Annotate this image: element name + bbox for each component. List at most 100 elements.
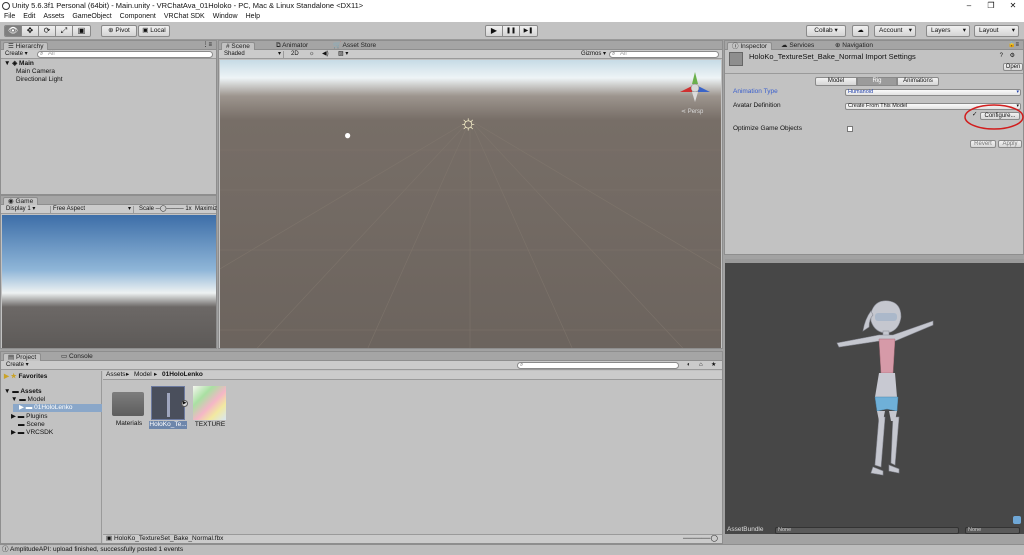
menu-file[interactable]: File [0, 12, 19, 22]
move-tool-icon[interactable]: ✥ [22, 26, 39, 36]
breadcrumb-model[interactable]: Model [134, 371, 152, 379]
rotate-tool-icon[interactable]: ⟳ [39, 26, 56, 36]
filter-by-label-icon[interactable]: ⌂ [697, 362, 705, 369]
open-button[interactable]: Open [1003, 63, 1023, 71]
rect-tool-icon[interactable]: ▣ [73, 26, 90, 36]
game-tabstrip: ◉ Game [1, 196, 216, 205]
scene-root-item[interactable]: ▼ ◈ Main [4, 60, 34, 68]
hierarchy-item-main-camera[interactable]: Main Camera [16, 68, 55, 76]
directional-light-sun-icon[interactable]: ☼ [459, 113, 477, 133]
menu-assets[interactable]: Assets [39, 12, 68, 22]
tab-game[interactable]: ◉ Game [3, 197, 39, 205]
maximize-button[interactable]: ❐ [980, 0, 1002, 12]
tree-item-assets[interactable]: ▼ ▬ Assets [4, 388, 42, 396]
display-dropdown[interactable]: Display 1 ▾ [4, 206, 37, 213]
pivot-toggle[interactable]: ⊕ Pivot [101, 25, 137, 37]
perspective-label[interactable]: ⋖ Persp [681, 108, 703, 115]
create-dropdown[interactable]: Create ▾ [4, 362, 31, 369]
asset-tile-texture[interactable] [193, 386, 226, 420]
gizmos-dropdown[interactable]: Gizmos ▾ [579, 51, 608, 58]
tab-animator[interactable]: ⧉ Animator [272, 42, 312, 50]
play-button-icon[interactable]: ▶ [486, 26, 503, 36]
menu-component[interactable]: Component [116, 12, 160, 22]
revert-button[interactable]: Revert [970, 140, 996, 148]
status-message[interactable]: AmplitudeAPI: upload finished, successfu… [10, 546, 183, 553]
scene-viewport[interactable]: ☼ ● ⋖ Persp [220, 60, 721, 348]
search-placeholder: All [48, 51, 55, 57]
favorite-star-icon[interactable]: ★ [709, 362, 718, 369]
tab-inspector[interactable]: ⓘ Inspector [727, 42, 773, 50]
filter-by-type-icon[interactable]: ◐ [685, 362, 693, 369]
create-label: Create [6, 362, 25, 368]
asset-label-tag-icon[interactable] [1013, 516, 1021, 524]
tree-item-vrcsdk[interactable]: ▶ ▬ VRCSDK [11, 429, 53, 437]
favorites-item[interactable]: ▶ ★ Favorites [4, 373, 47, 381]
layout-dropdown[interactable]: Layout ▾ [974, 25, 1019, 37]
menu-help[interactable]: Help [242, 12, 264, 22]
icon-size-slider[interactable]: ──────◯ [683, 535, 718, 543]
scale-slider[interactable]: Scale ─◯──── 1x [137, 206, 194, 213]
help-icon[interactable]: ? [998, 53, 1005, 60]
pause-button-icon[interactable]: ❚❚ [503, 26, 520, 36]
asset-tile-fbx[interactable] [151, 386, 185, 420]
preview-splitter[interactable] [725, 259, 1024, 263]
menu-vrchat-sdk[interactable]: VRChat SDK [160, 12, 209, 22]
optimize-game-objects-checkbox[interactable] [847, 126, 853, 132]
tab-scene[interactable]: # Scene [221, 42, 255, 50]
breadcrumb-assets[interactable]: Assets [106, 371, 126, 379]
project-search-input[interactable]: ⌕ [517, 362, 679, 369]
assetbundle-variant-dropdown[interactable]: None [965, 527, 1020, 534]
scene-orientation-gizmo-icon[interactable] [678, 70, 712, 104]
hierarchy-item-directional-light[interactable]: Directional Light [16, 76, 63, 84]
aspect-dropdown[interactable]: Free Aspect ▾ [50, 206, 134, 213]
menu-edit[interactable]: Edit [19, 12, 39, 22]
view-tool-eye-icon[interactable]: 👁 [5, 26, 22, 36]
apply-button[interactable]: Apply [998, 140, 1022, 148]
lock-icon[interactable]: 🔒≡ [1006, 42, 1021, 49]
scale-tool-icon[interactable]: ⤢ [56, 26, 73, 36]
panel-menu-icon[interactable]: ⋮≡ [200, 42, 214, 49]
layers-dropdown[interactable]: Layers ▾ [926, 25, 970, 37]
tree-item-01hololenko[interactable]: ▶ ▬ 01HoloLenko [13, 404, 102, 412]
tab-console[interactable]: ▭ Console [57, 353, 97, 361]
menu-window[interactable]: Window [209, 12, 242, 22]
2d-toggle[interactable]: 2D [289, 51, 301, 58]
settings-gear-icon[interactable]: ⚙ [1008, 53, 1017, 60]
effects-dropdown-icon[interactable]: ▨ ▾ [336, 51, 350, 58]
cloud-icon[interactable]: ☁ [852, 25, 869, 37]
model-preview[interactable]: AssetBundle None None [725, 259, 1024, 534]
maximize-on-play-toggle[interactable]: Maximiz [193, 206, 219, 213]
audio-toggle-icon[interactable]: ◀) [320, 51, 331, 58]
local-toggle[interactable]: ▣ Local [138, 25, 170, 37]
camera-gizmo-icon[interactable]: ● [344, 128, 351, 142]
minimize-button[interactable]: – [958, 0, 980, 12]
shading-mode-dropdown[interactable]: Shaded ▾ [222, 51, 284, 58]
menu-gameobject[interactable]: GameObject [68, 12, 115, 22]
tree-item-model[interactable]: ▼ ▬ Model [11, 396, 45, 404]
animation-type-dropdown[interactable]: Humanoid ▾ [845, 89, 1021, 96]
tab-model[interactable]: Model [815, 77, 857, 86]
hierarchy-search-input[interactable]: ⌕ All [37, 51, 213, 58]
tab-asset-store[interactable]: 🛒 Asset Store [329, 42, 380, 50]
lighting-toggle-icon[interactable]: ☼ [307, 51, 317, 58]
folder-icon [112, 392, 144, 416]
tab-rig[interactable]: Rig [857, 77, 897, 86]
breadcrumb-01hololenko[interactable]: 01HoloLenko [162, 371, 203, 379]
tab-hierarchy[interactable]: ☰ Hierarchy [3, 42, 49, 50]
tab-project[interactable]: ▤ Project [3, 353, 42, 361]
tab-animations[interactable]: Animations [897, 77, 939, 86]
expand-asset-icon[interactable]: ▶ [181, 400, 188, 407]
tab-services[interactable]: ☁ Services [777, 42, 818, 50]
scene-search-input[interactable]: ⌕ All [609, 51, 719, 58]
tab-navigation[interactable]: ⊕ Navigation [831, 42, 877, 50]
asset-tile-materials[interactable] [112, 388, 144, 416]
collab-dropdown[interactable]: Collab ▾ [806, 25, 846, 37]
tree-item-scene[interactable]: ▬ Scene [18, 421, 45, 429]
tree-item-plugins[interactable]: ▶ ▬ Plugins [11, 413, 47, 421]
assetbundle-name-dropdown[interactable]: None [775, 527, 959, 534]
step-button-icon[interactable]: ▶❚ [520, 26, 537, 36]
close-button[interactable]: ✕ [1002, 0, 1024, 12]
game-view[interactable] [2, 215, 216, 348]
create-dropdown[interactable]: Create ▾ [3, 51, 30, 58]
account-dropdown[interactable]: Account ▾ [874, 25, 916, 37]
